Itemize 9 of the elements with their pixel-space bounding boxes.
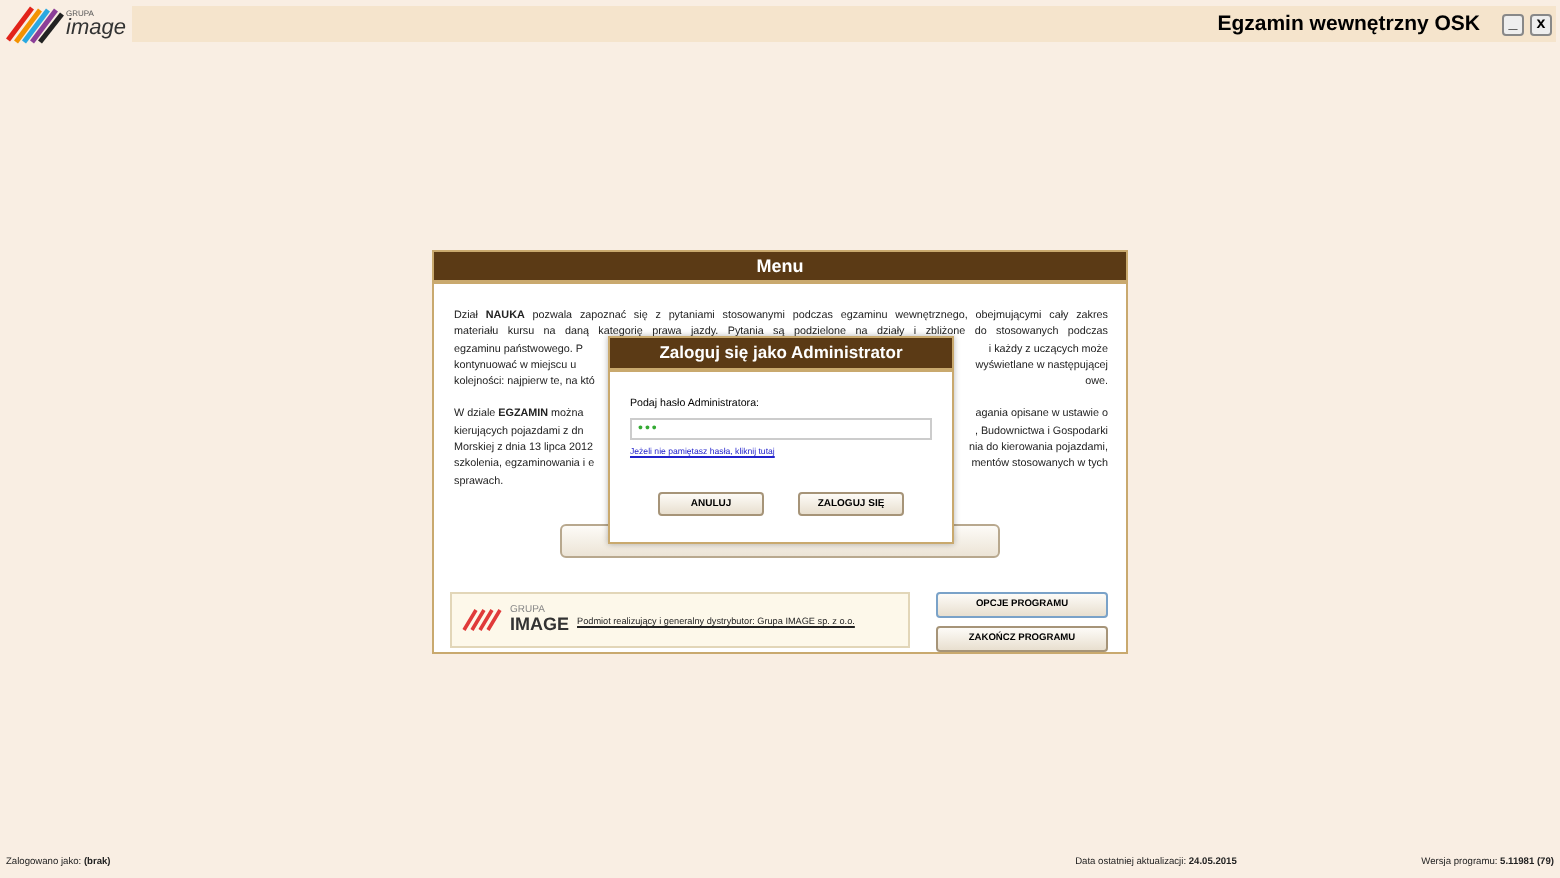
brand-logo-icon — [462, 608, 502, 632]
logo-icon — [4, 4, 64, 44]
dialog-title: Zaloguj się jako Administrator — [610, 338, 952, 372]
minimize-button[interactable]: _ — [1502, 13, 1524, 35]
panel-title: Menu — [434, 252, 1126, 284]
close-button[interactable]: x — [1530, 13, 1552, 35]
brand-text: IMAGE — [510, 616, 570, 634]
logo-text: image — [66, 17, 126, 39]
window-title: Egzamin wewnętrzny OSK — [1217, 12, 1480, 36]
